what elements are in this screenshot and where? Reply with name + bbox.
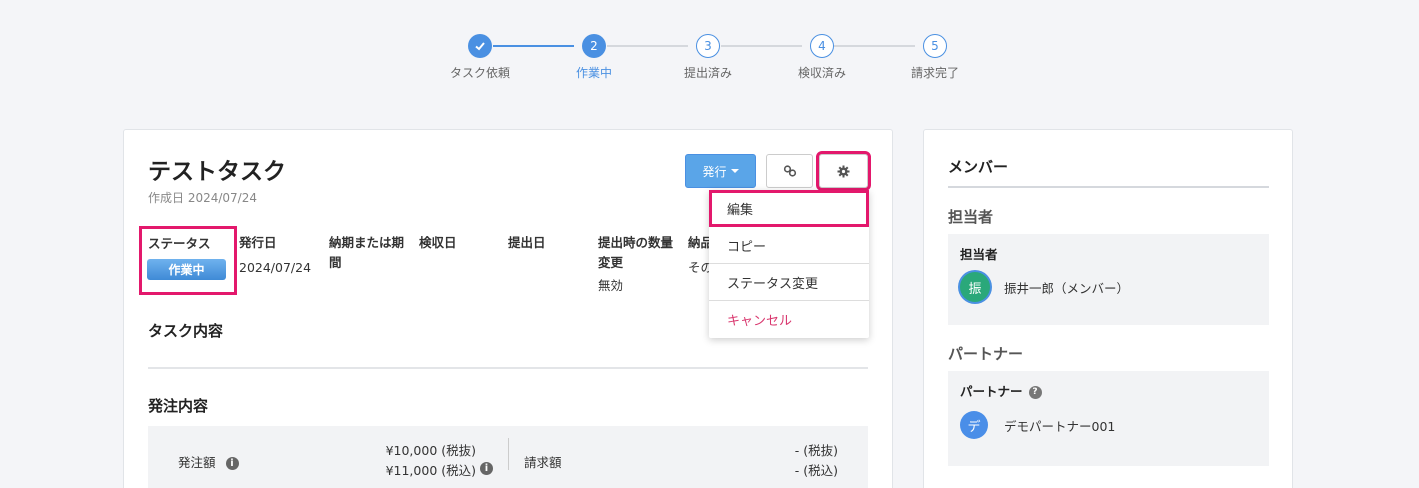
submit-date-field: 提出日 <box>508 233 546 253</box>
order-summary: 発注額 i ¥10,000 (税抜) ¥11,000 (税込) i 請求額 - … <box>148 426 868 488</box>
order-amount-text: 発注額 <box>178 455 216 470</box>
step-invoiced: 5 請求完了 <box>885 34 985 81</box>
field-label: 納期または期間 <box>329 235 405 270</box>
divider <box>948 186 1269 188</box>
avatar[interactable]: デ <box>960 411 988 439</box>
step-label: 提出済み <box>683 66 732 80</box>
menu-item-cancel[interactable]: キャンセル <box>709 301 869 338</box>
info-icon[interactable]: i <box>480 462 493 475</box>
task-content-title: タスク内容 <box>148 322 224 340</box>
partner-box-title: パートナー? <box>960 381 1042 400</box>
check-icon <box>468 34 492 58</box>
field-label: 検収日 <box>419 235 457 250</box>
help-icon[interactable]: ? <box>1028 386 1042 399</box>
inspection-date-field: 検収日 <box>419 233 457 253</box>
step-submitted: 3 提出済み <box>658 34 758 81</box>
menu-item-change-status[interactable]: ステータス変更 <box>709 264 869 301</box>
menu-item-copy[interactable]: コピー <box>709 227 869 264</box>
step-number: 3 <box>696 34 720 58</box>
divider <box>508 438 509 470</box>
status-badge: 作業中 <box>147 259 226 280</box>
divider <box>148 367 868 369</box>
step-number: 4 <box>810 34 834 58</box>
assignee-box: 担当者 振 振井一郎（メンバー） <box>948 234 1269 325</box>
field-value: 2024/07/24 <box>239 260 312 275</box>
issue-date-field: 発行日 2024/07/24 <box>239 233 311 277</box>
step-task-request: タスク依頼 <box>430 34 530 81</box>
partner-box-title-text: パートナー <box>960 384 1023 399</box>
step-label: 作業中 <box>575 66 612 80</box>
menu-item-edit[interactable]: 編集 <box>709 190 869 227</box>
gear-icon <box>837 165 850 177</box>
settings-dropdown-menu: 編集 コピー ステータス変更 キャンセル <box>709 190 869 338</box>
deadline-field: 納期または期間 <box>329 233 411 273</box>
step-inspected: 4 検収済み <box>772 34 872 81</box>
qty-change-field: 提出時の数量変更 無効 <box>598 233 680 295</box>
order-amount-excl: ¥10,000 (税抜) <box>385 443 476 458</box>
order-content-title: 発注内容 <box>148 397 209 415</box>
step-label: 検収済み <box>797 66 846 80</box>
issue-button-label: 発行 <box>702 164 727 179</box>
invoice-label: 請求額 <box>524 455 562 470</box>
field-label: 提出時の数量変更 <box>598 235 674 270</box>
invoice-excl: - (税抜) <box>794 443 838 458</box>
assignee-box-title: 担当者 <box>960 247 998 262</box>
status-field-highlight: ステータス 作業中 <box>139 226 237 295</box>
assignee-section-title: 担当者 <box>948 208 994 226</box>
page-title: テストタスク <box>148 159 286 185</box>
members-card: メンバー 担当者 担当者 振 振井一郎（メンバー） パートナー パートナー? デ… <box>923 129 1293 488</box>
task-detail-card: テストタスク 作成日 2024/07/24 発行 ステータス 作業中 発行日 2… <box>123 129 893 488</box>
field-value: 無効 <box>598 278 624 293</box>
step-label: タスク依頼 <box>449 66 510 80</box>
partner-box: パートナー? デ デモパートナー001 <box>948 371 1269 466</box>
order-amount-label: 発注額 i <box>178 452 239 471</box>
partner-section-title: パートナー <box>948 345 1024 363</box>
settings-button[interactable] <box>816 151 871 191</box>
assignee-name[interactable]: 振井一郎（メンバー） <box>1004 278 1129 297</box>
members-title: メンバー <box>948 158 1009 176</box>
created-date: 作成日 2024/07/24 <box>148 191 257 205</box>
order-amount-incl: ¥11,000 (税込) <box>385 463 476 478</box>
step-number: 2 <box>582 34 606 58</box>
field-label: 提出日 <box>508 235 546 250</box>
progress-stepper: タスク依頼 2 作業中 3 提出済み 4 検収済み 5 請求完了 <box>0 34 1419 84</box>
status-label: ステータス <box>148 236 211 251</box>
step-in-progress: 2 作業中 <box>544 34 644 81</box>
invoice-incl: - (税込) <box>794 463 838 478</box>
link-button[interactable] <box>766 154 813 188</box>
step-label: 請求完了 <box>910 66 959 80</box>
step-number: 5 <box>923 34 947 58</box>
partner-name[interactable]: デモパートナー001 <box>1004 416 1115 435</box>
caret-down-icon <box>730 169 739 173</box>
info-icon[interactable]: i <box>225 457 239 470</box>
link-icon <box>783 165 796 177</box>
avatar[interactable]: 振 <box>960 272 990 302</box>
field-label: 発行日 <box>239 235 277 250</box>
issue-button[interactable]: 発行 <box>685 154 756 188</box>
